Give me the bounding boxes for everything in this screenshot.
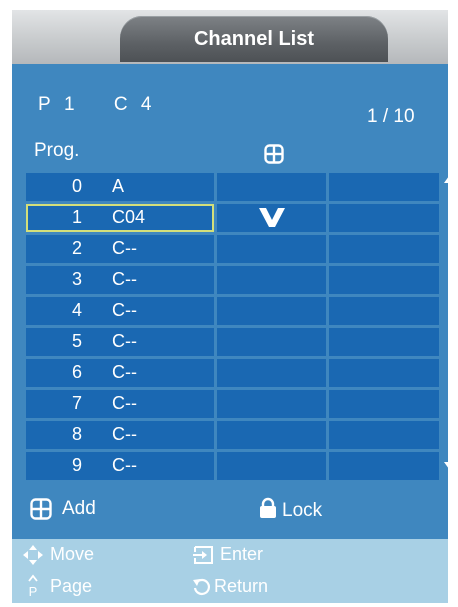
lock-icon: [260, 497, 276, 518]
channel-number: 0: [72, 176, 83, 196]
add-box-icon: [264, 144, 284, 164]
channel-list-osd: Channel List P 1 C 4 1 / 10 Prog. 0 A 1 C04…: [12, 10, 454, 603]
channel-prog-cell[interactable]: 8 C--: [26, 421, 214, 449]
channel-name: C--: [112, 424, 137, 444]
c-label: C: [113, 94, 129, 115]
svg-text:P: P: [29, 584, 38, 599]
page-updown-icon: P: [28, 574, 38, 599]
channel-number: 7: [72, 393, 83, 413]
channel-row[interactable]: 8 C--: [26, 421, 439, 449]
channel-name: C04: [112, 207, 146, 227]
channel-number: 8: [72, 424, 83, 444]
channel-number: 2: [72, 238, 83, 258]
channel-prog-cell[interactable]: 3 C--: [26, 266, 214, 294]
channel-added-cell[interactable]: [217, 235, 326, 263]
channel-added-cell[interactable]: [217, 359, 326, 387]
p-label: P: [38, 94, 52, 115]
channel-row[interactable]: 2 C--: [26, 235, 439, 263]
prog-column-header: Prog.: [34, 140, 80, 161]
channel-row[interactable]: 6 C--: [26, 359, 439, 387]
channel-name: C--: [112, 331, 137, 351]
channel-name: C--: [112, 300, 137, 320]
channel-prog-cell[interactable]: 4 C--: [26, 297, 214, 325]
enter-icon: [193, 546, 213, 564]
channel-prog-cell[interactable]: 6 C--: [26, 359, 214, 387]
channel-added-cell[interactable]: [217, 173, 326, 201]
current-channel-info: P 1 C 4: [38, 94, 158, 116]
channel-lock-cell[interactable]: [329, 235, 439, 263]
channel-added-cell[interactable]: [217, 266, 326, 294]
channel-lock-cell[interactable]: [329, 390, 439, 418]
added-check-icon: [259, 208, 285, 227]
p-value: 1: [63, 94, 76, 115]
page-indicator: 1 / 10: [367, 106, 415, 127]
channel-prog-cell[interactable]: 0A: [26, 173, 214, 201]
channel-row[interactable]: 3 C--: [26, 266, 439, 294]
title-bar: Channel List: [12, 10, 448, 64]
channel-prog-cell[interactable]: 7 C--: [26, 390, 214, 418]
channel-row[interactable]: 5 C--: [26, 328, 439, 356]
add-legend-label: Add: [62, 498, 96, 519]
channel-name: C--: [112, 455, 137, 475]
title-tab: Channel List: [120, 16, 388, 62]
scroll-up-arrow-icon[interactable]: [444, 176, 454, 183]
add-legend-icon: [30, 498, 52, 520]
channel-lock-cell[interactable]: [329, 359, 439, 387]
channel-name: A: [112, 176, 125, 196]
channel-number: 6: [72, 362, 83, 382]
channel-number: 4: [72, 300, 83, 320]
channel-row[interactable]: 4 C--: [26, 297, 439, 325]
move-arrows-icon: [23, 545, 43, 565]
channel-name: C--: [112, 238, 137, 258]
channel-lock-cell[interactable]: [329, 204, 439, 232]
channel-table: 0 A 1 C04 2 C-- 3 C-- 4 C-- 5 C-- 6 C-- 7 C-- 8 C-- 9 C--: [26, 173, 439, 480]
channel-added-cell[interactable]: [217, 452, 326, 480]
channel-number: 3: [72, 269, 83, 289]
channel-number: 5: [72, 331, 83, 351]
channel-added-cell[interactable]: [217, 390, 326, 418]
channel-added-cell[interactable]: [217, 421, 326, 449]
page-hint: Page: [50, 576, 93, 596]
channel-lock-cell[interactable]: [329, 266, 439, 294]
channel-prog-cell[interactable]: 9 C--: [26, 452, 214, 480]
channel-prog-cell[interactable]: 5 C--: [26, 328, 214, 356]
scroll-down-arrow-icon[interactable]: [444, 462, 454, 469]
channel-row[interactable]: 0A: [26, 173, 439, 201]
channel-row[interactable]: 1 C04: [26, 204, 439, 232]
channel-added-cell[interactable]: [217, 328, 326, 356]
channel-row[interactable]: 9 C--: [26, 452, 439, 480]
channel-lock-cell[interactable]: [329, 173, 439, 201]
help-footer: Move Enter P Page Return: [12, 539, 448, 603]
channel-lock-cell[interactable]: [329, 421, 439, 449]
channel-added-cell[interactable]: [217, 297, 326, 325]
channel-row[interactable]: 7 C--: [26, 390, 439, 418]
return-hint: Return: [214, 576, 269, 596]
page-title: Channel List: [193, 28, 314, 50]
channel-lock-cell[interactable]: [329, 328, 439, 356]
move-hint: Move: [50, 544, 95, 564]
channel-panel: P 1 C 4 1 / 10 Prog. 0 A 1 C04 2 C-- 3 C-- 4 C-- 5…: [12, 64, 454, 539]
channel-added-cell[interactable]: [217, 204, 326, 232]
channel-number: 9: [72, 455, 83, 475]
channel-lock-cell[interactable]: [329, 452, 439, 480]
channel-prog-cell[interactable]: 2 C--: [26, 235, 214, 263]
channel-number: 1: [72, 207, 83, 227]
channel-prog-cell[interactable]: 1 C04: [26, 204, 214, 232]
c-value: 4: [140, 94, 153, 115]
return-icon: [193, 578, 210, 595]
channel-name: C--: [112, 269, 137, 289]
channel-name: C--: [112, 362, 137, 382]
lock-legend-label: Lock: [282, 500, 323, 521]
channel-name: C--: [112, 393, 137, 413]
enter-hint: Enter: [220, 544, 264, 564]
channel-lock-cell[interactable]: [329, 297, 439, 325]
